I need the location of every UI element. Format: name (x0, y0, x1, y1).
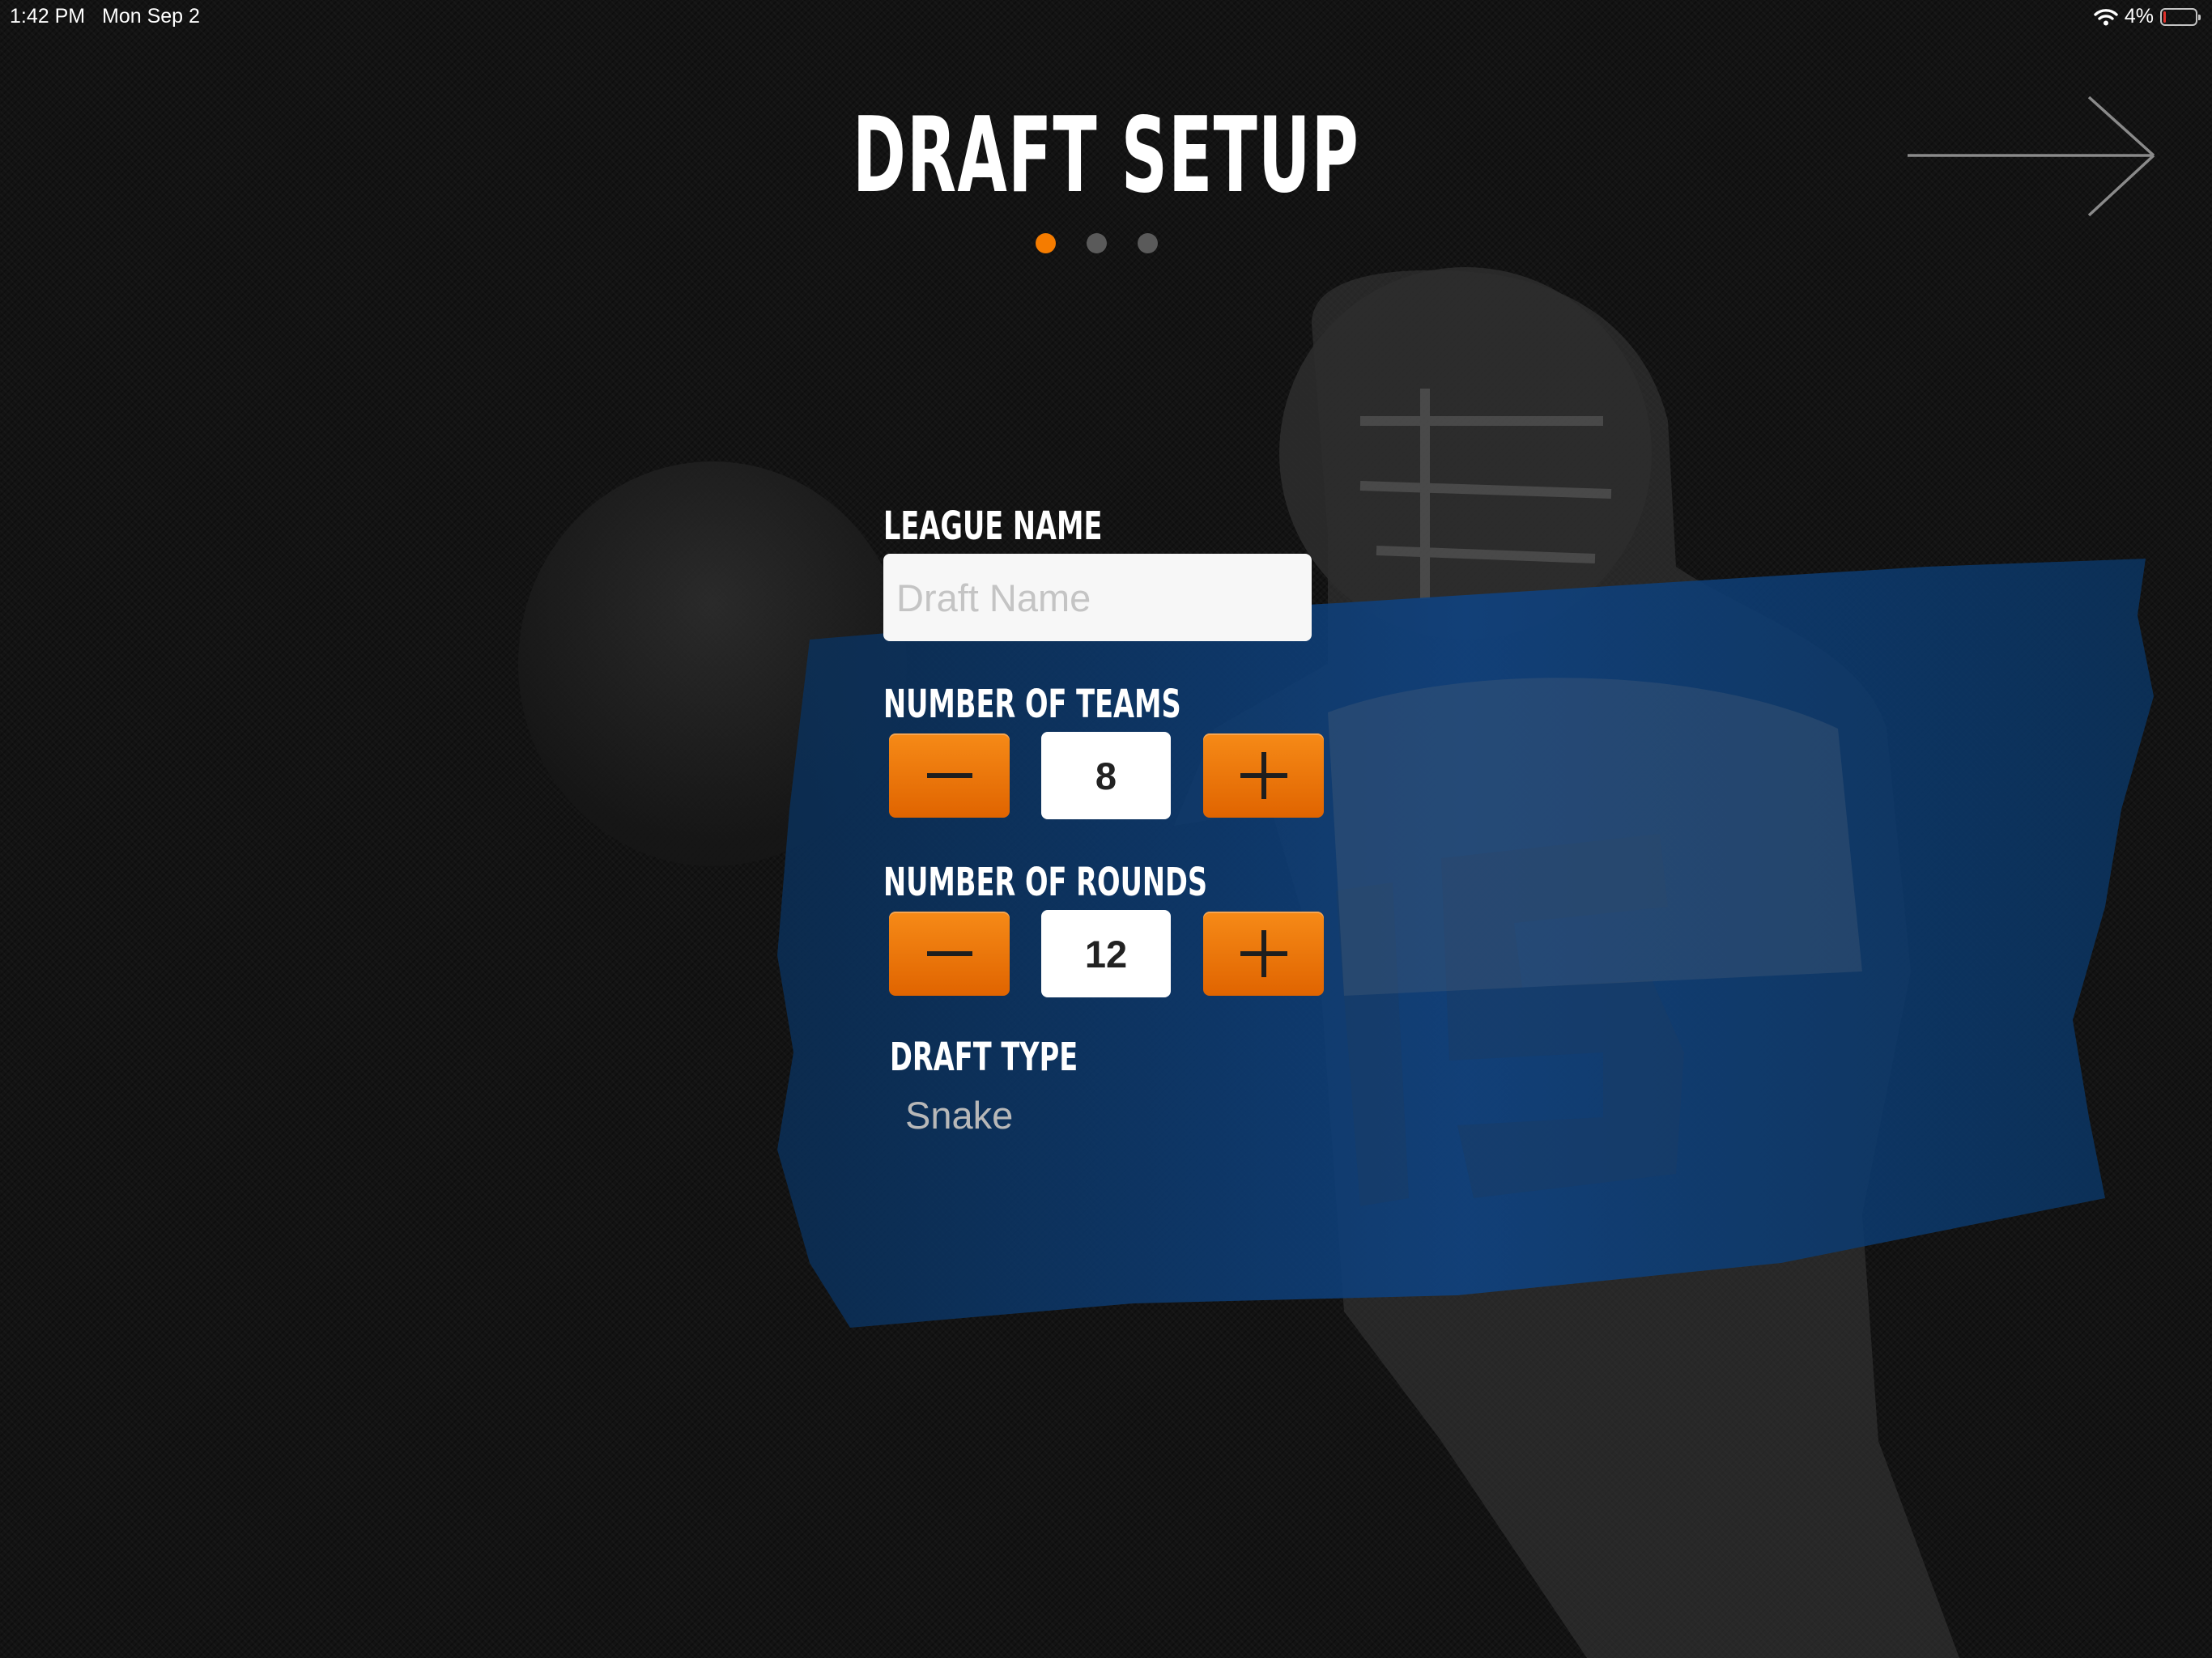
teams-label: NUMBER OF TEAMS (883, 682, 1181, 727)
battery-icon (2160, 7, 2201, 26)
page-indicator (1036, 233, 1158, 253)
status-indicators: 4% (2094, 5, 2201, 28)
league-name-label: LEAGUE NAME (883, 504, 1103, 549)
battery-fill (2163, 11, 2166, 23)
teams-increment-button[interactable] (1203, 733, 1324, 818)
teams-decrement-button[interactable] (889, 733, 1010, 818)
draft-type-label: DRAFT TYPE (890, 1035, 1078, 1080)
plus-icon (1240, 752, 1287, 799)
page-dot-1[interactable] (1036, 233, 1056, 253)
minus-icon (926, 773, 972, 778)
rounds-value[interactable]: 12 (1041, 910, 1171, 997)
teams-value[interactable]: 8 (1041, 732, 1171, 819)
draft-setup-screen: 1:42 PM Mon Sep 2 4% DRAFT SETUP LEAGUE … (0, 0, 2212, 1658)
status-date: Mon Sep 2 (102, 5, 200, 28)
next-button[interactable] (1903, 94, 2162, 223)
minus-icon (926, 951, 972, 956)
page-dot-3[interactable] (1138, 233, 1158, 253)
battery-percent: 4% (2124, 5, 2154, 28)
page-dot-2[interactable] (1087, 233, 1107, 253)
wifi-icon (2094, 8, 2118, 25)
jersey-highlight (1328, 678, 1862, 996)
helmet-shape (1279, 267, 1652, 640)
status-bar: 1:42 PM Mon Sep 2 4% (0, 0, 2212, 32)
rounds-decrement-button[interactable] (889, 912, 1010, 996)
rounds-increment-button[interactable] (1203, 912, 1324, 996)
draft-type-selector[interactable]: Snake (905, 1093, 1013, 1137)
plus-icon (1240, 930, 1287, 977)
arrow-right-icon (1908, 96, 2155, 217)
status-time: 1:42 PM (10, 5, 86, 28)
page-title: DRAFT SETUP (852, 96, 1360, 216)
league-name-input[interactable] (883, 554, 1312, 641)
rounds-label: NUMBER OF ROUNDS (883, 860, 1208, 905)
